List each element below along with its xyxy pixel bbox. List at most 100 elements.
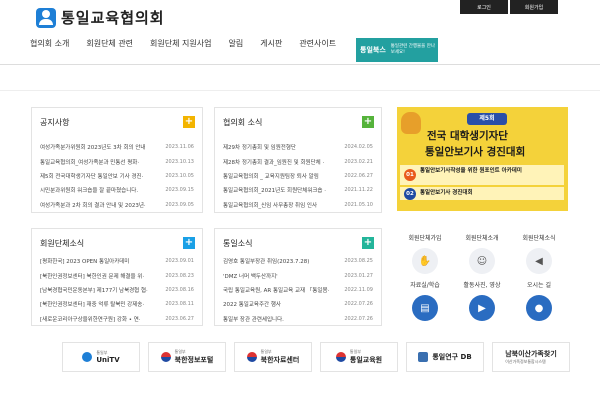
list-item-date: 2022.07.26 (344, 315, 373, 322)
site-logo[interactable]: 통일교육협의회 (36, 7, 165, 28)
partner-separated-families[interactable]: 남북이산가족찾기 이산가족정보통합시스템 (492, 342, 570, 372)
list-item-title: 김영호 통일부장관 취임(2023.7.28) (223, 259, 310, 266)
list-item-date: 2021.05.10 (344, 201, 373, 208)
council-box: 협의회 소식 + 제29차 정기총회 및 임원전형단 2024.02.05 제28… (214, 107, 382, 213)
banner-tag: 제5회 (467, 113, 507, 125)
nav-item-board[interactable]: 게시판 (260, 38, 282, 52)
list-item[interactable]: [북한인권정보센터] 북한인권 문제 해결을 위· 2023.08.23 (40, 268, 194, 282)
nav-item-about[interactable]: 협의회 소개 (30, 38, 69, 52)
number-badge-1: 01 (404, 169, 416, 181)
list-item[interactable]: 'DMZ 너머 백두산까지' 2023.01.27 (223, 268, 373, 282)
nav-item-member[interactable]: 회원단체 관련 (86, 38, 133, 52)
list-item[interactable]: 여성가족분가위원회 2023년도 3차 회의 안내 2023.11.06 (40, 140, 194, 154)
banner-headline-2: 통일안보기사 경진대회 (425, 146, 526, 158)
list-item[interactable]: 제28차 정기총회 결과_임원진 및 회원단체 · 2023.02.21 (223, 154, 373, 168)
list-item[interactable]: 통일교육협의회_2021년도 회원단체워크숍 · 2021.11.22 (223, 183, 373, 197)
quick-gallery[interactable]: 활동사진, 영상 ▶ (454, 280, 510, 326)
partner-name: 통일연구 DB (432, 353, 472, 361)
government-emblem-icon (160, 352, 171, 362)
content-divider (0, 90, 600, 91)
quick-member-news[interactable]: 회원단체소식 ◀ (511, 233, 567, 279)
list-item-title: [평화한국] 2023 OPEN 통일아카데미 (40, 259, 130, 266)
quick-menu: 회원단체가입 ✋ 회원단체소개 ☺ 회원단체소식 ◀ 자료실/학습 ▤ 활동사진… (397, 228, 568, 322)
contest-banner[interactable]: 제5회 전국 대학생기자단 통일안보기사 경진대회 01 통일안보기사작성을 위… (397, 107, 568, 211)
partner-nk-info-portal[interactable]: 통일부 북한정보포털 (148, 342, 226, 372)
list-item-title: 통일부 장관 관련세입니다. (223, 316, 284, 323)
list-item-title: [남북경협국민운동본부] 제177기 남북경협 협· (40, 287, 148, 294)
list-item[interactable]: 통일부 장관 관련세입니다. 2022.07.26 (223, 312, 373, 326)
list-item[interactable]: [남북경협국민운동본부] 제177기 남북경협 협· 2023.08.16 (40, 283, 194, 297)
quick-member-intro[interactable]: 회원단체소개 ☺ (454, 233, 510, 279)
login-button[interactable]: 로그인 (460, 0, 508, 14)
list-item-title: 'DMZ 너머 백두산까지' (223, 273, 278, 280)
research-db-logo-icon (418, 352, 429, 362)
partner-nk-resource-center[interactable]: 통일부 북한자료센터 (234, 342, 312, 372)
list-item[interactable]: 제29차 정기총회 및 임원전형단 2024.02.05 (223, 140, 373, 154)
list-item-title: 통일교육협의회_여성가족분과 민통선 평화· (40, 159, 140, 166)
join-button[interactable]: 회원가입 (510, 0, 558, 14)
partner-name: 북한자료센터 (260, 356, 300, 364)
list-item[interactable]: 2022 통일교육주간 행사 2022.07.26 (223, 297, 373, 311)
mascot-illustration (401, 112, 421, 134)
list-item-date: 2023.09.15 (165, 187, 194, 194)
list-item-title: [새로운코리아구상을위한연구원] 강화 • 연· (40, 316, 141, 323)
quick-location[interactable]: 오시는 길 ● (511, 280, 567, 326)
unification-news-box: 통일소식 + 김영호 통일부장관 취임(2023.7.28) 2023.08.25… (214, 228, 382, 326)
list-item-date: 2023.01.27 (344, 272, 373, 279)
government-emblem-icon (246, 352, 257, 362)
people-icon: ☺ (469, 248, 495, 274)
notice-list: 여성가족분가위원회 2023년도 3차 회의 안내 2023.11.06 통일교육… (40, 140, 194, 212)
list-item[interactable]: 제5회 전국대학생기자단 통일안보 기사 경진· 2023.10.05 (40, 169, 194, 183)
header: 통일교육협의회 로그인 회원가입 (0, 0, 600, 34)
member-news-more-button[interactable]: + (183, 237, 195, 249)
list-item-title: 시민분과위원회 워크숍을 잘 끝마쳤습니다. (40, 188, 139, 195)
list-item[interactable]: 통일교육협의회_여성가족분과 민통선 평화· 2023.10.13 (40, 154, 194, 168)
list-item-date: 2022.06.27 (344, 172, 373, 179)
quick-member-join[interactable]: 회원단체가입 ✋ (397, 233, 453, 279)
partner-unification-research-db[interactable]: 통일연구 DB (406, 342, 484, 372)
site-name: 통일교육협의회 (61, 9, 165, 27)
council-more-button[interactable]: + (362, 116, 374, 128)
member-news-title: 회원단체소식 (40, 239, 85, 248)
camera-icon: ▶ (469, 295, 495, 321)
list-item-title: 여성가족분과 2차 회의 결과 안내 및 2023년· (40, 202, 146, 209)
member-news-box: 회원단체소식 + [평화한국] 2023 OPEN 통일아카데미 2023.09.… (31, 228, 203, 326)
megaphone-icon: ◀ (526, 248, 552, 274)
list-item-title: 통일교육협의회 _ 교육지원팀장 퇴사 알림 (223, 173, 319, 180)
list-item[interactable]: 김영호 통일부장관 취임(2023.7.28) 2023.08.25 (223, 254, 373, 268)
list-item[interactable]: [북한인권정보센터] 재중 억류 탈북민 강제송· 2023.08.11 (40, 297, 194, 311)
list-item-date: 2024.02.05 (344, 144, 373, 151)
map-pin-icon: ● (526, 295, 552, 321)
list-item-title: 제29차 정기총회 및 임원전형단 (223, 145, 296, 152)
notice-box: 공지사항 + 여성가족분가위원회 2023년도 3차 회의 안내 2023.11.… (31, 107, 203, 213)
list-item-title: 통일교육협의회_2021년도 회원단체워크숍 · (223, 188, 326, 195)
notice-more-button[interactable]: + (183, 116, 195, 128)
quick-label: 자료실/학습 (410, 282, 440, 289)
nav-item-notice[interactable]: 알림 (228, 38, 243, 52)
book-icon: ▤ (412, 295, 438, 321)
list-item[interactable]: 통일교육협의회_신임 사무총장 취임 인사 2021.05.10 (223, 198, 373, 212)
quick-archive[interactable]: 자료실/학습 ▤ (397, 280, 453, 326)
list-item[interactable]: [평화한국] 2023 OPEN 통일아카데미 2023.09.01 (40, 254, 194, 268)
nav-item-support[interactable]: 회원단체 지원사업 (150, 38, 211, 52)
notice-title: 공지사항 (40, 118, 70, 127)
unitv-logo-icon (82, 352, 93, 362)
list-item[interactable]: 시민분과위원회 워크숍을 잘 끝마쳤습니다. 2023.09.15 (40, 183, 194, 197)
list-item-date: 2022.07.26 (344, 301, 373, 308)
list-item[interactable]: 여성가족분과 2차 회의 결과 안내 및 2023년· 2023.09.05 (40, 198, 194, 212)
banner-item-1: 01 통일안보기사작성을 위한 원포인트 아카데미 (400, 165, 564, 185)
list-item-title: 2022 통일교육주간 행사 (223, 302, 281, 309)
partner-unification-education-institute[interactable]: 통일부 통일교육원 (320, 342, 398, 372)
list-item[interactable]: [새로운코리아구상을위한연구원] 강화 • 연· 2023.06.27 (40, 312, 194, 326)
partner-unitv[interactable]: 통일부 UniTV (62, 342, 140, 372)
unification-news-more-button[interactable]: + (362, 237, 374, 249)
unibook-banner[interactable]: 통일북스 통일관련 간행물을 만나보세요! (356, 38, 438, 62)
list-item-date: 2023.08.23 (165, 272, 194, 279)
list-item-date: 2023.08.25 (344, 258, 373, 265)
list-item-title: 제28차 정기총회 결과_임원진 및 회원단체 · (223, 159, 325, 166)
banner-item-2-text: 통일안보기사 경진대회 (420, 190, 473, 196)
list-item-title: 여성가족분가위원회 2023년도 3차 회의 안내 (40, 145, 146, 152)
list-item[interactable]: 국립 통일교육원, AR 통일교육 교재 「통일봄· 2022.11.09 (223, 283, 373, 297)
list-item[interactable]: 통일교육협의회 _ 교육지원팀장 퇴사 알림 2022.06.27 (223, 169, 373, 183)
nav-item-sites[interactable]: 관련사이트 (299, 38, 336, 52)
